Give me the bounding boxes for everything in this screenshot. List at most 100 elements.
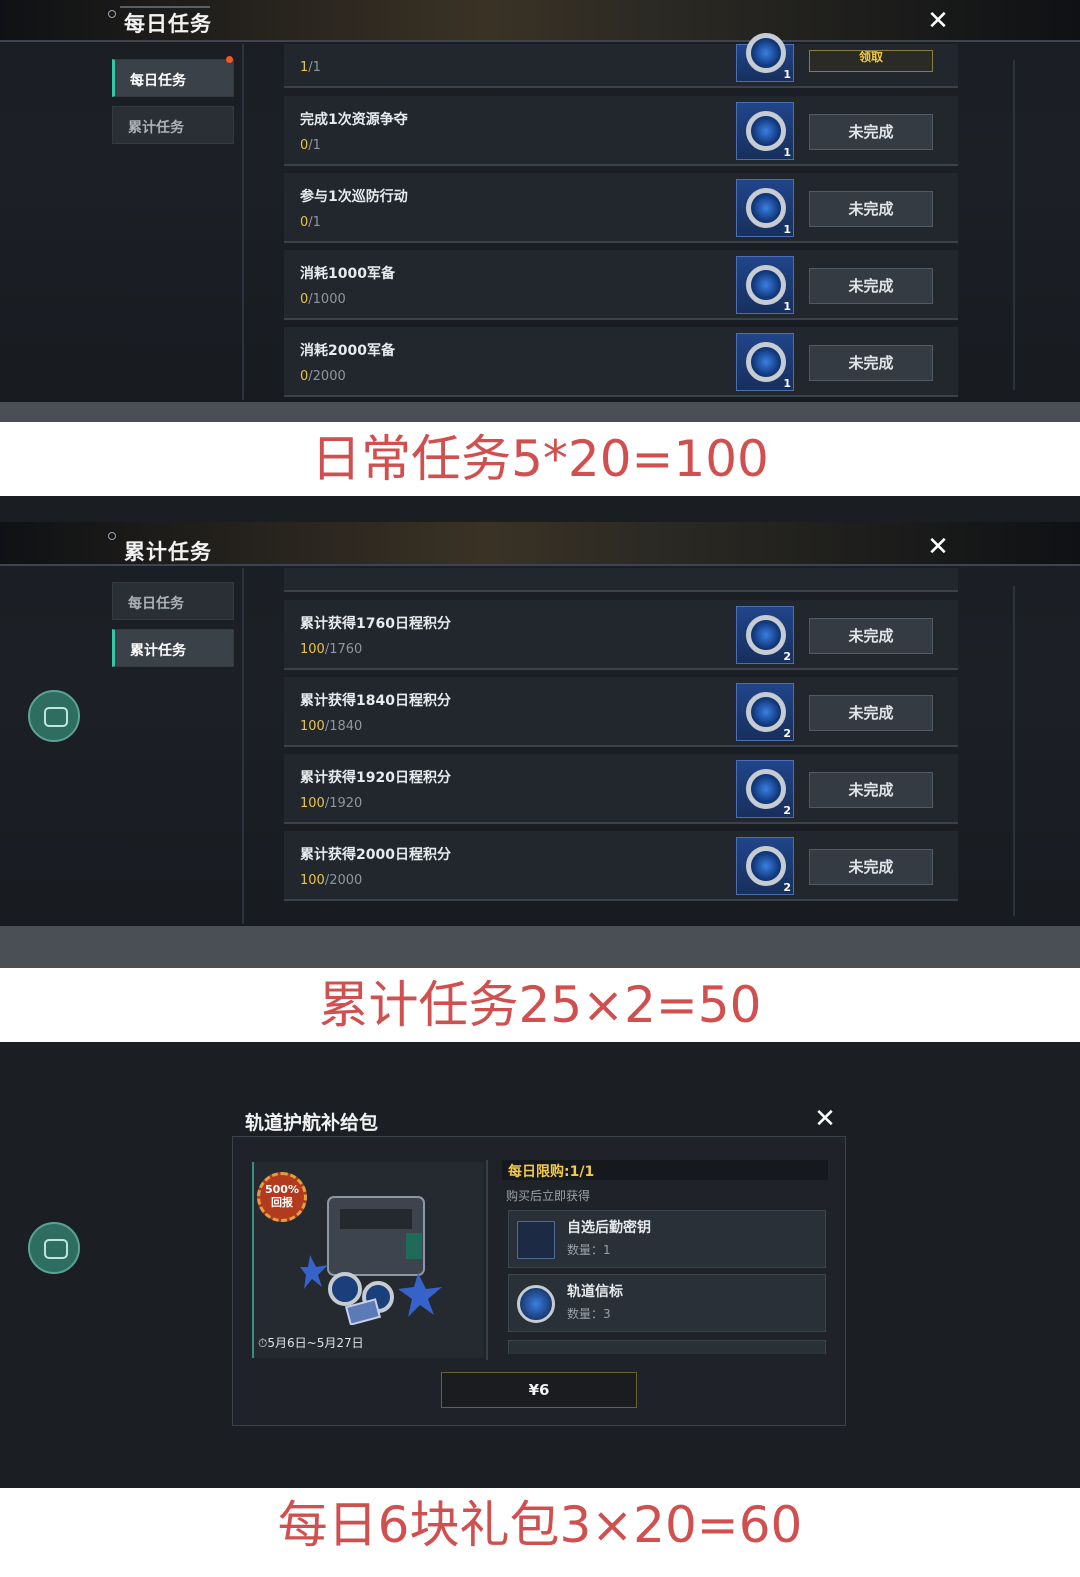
- task-progress: 0/1000: [300, 292, 346, 307]
- task-progress: 1/1: [300, 60, 321, 75]
- orbital-beacon-icon: [746, 342, 786, 382]
- item-count: 数量：1: [567, 1243, 611, 1257]
- panel-title: 每日任务: [124, 12, 212, 36]
- sidebar-divider: [242, 568, 244, 924]
- task-row: 消耗2000军备 0/2000 1 未完成: [284, 327, 958, 397]
- task-title: 累计获得1760日程积分: [300, 616, 451, 632]
- reward-icon[interactable]: 2: [736, 760, 794, 818]
- reward-item[interactable]: 自选后勤密钥 数量：1: [508, 1210, 826, 1268]
- task-progress: 100/1760: [300, 642, 363, 657]
- item-name: 自选后勤密钥: [567, 1220, 651, 1236]
- tab-label: 累计任务: [130, 643, 186, 659]
- status-button[interactable]: 未完成: [809, 268, 933, 304]
- supply-chest-image: [300, 1196, 442, 1325]
- tab-cumulative-tasks[interactable]: 累计任务: [112, 629, 234, 667]
- task-row: 累计获得1840日程积分 100/1840 2 未完成: [284, 677, 958, 747]
- task-row: 1/1 1 领取: [284, 33, 958, 88]
- list-frame: [1013, 586, 1015, 916]
- task-title: 累计获得2000日程积分: [300, 847, 451, 863]
- sale-period: ⏱5月6日~5月27日: [258, 1336, 364, 1350]
- reward-icon[interactable]: 2: [736, 606, 794, 664]
- task-title: 累计获得1840日程积分: [300, 693, 451, 709]
- task-row: 累计获得1920日程积分 100/1920 2 未完成: [284, 754, 958, 824]
- task-progress: 100/1840: [300, 719, 363, 734]
- logistics-key-icon: [517, 1221, 555, 1259]
- task-row: 累计获得1760日程积分 100/1760 2 未完成: [284, 600, 958, 670]
- orbital-beacon-icon: [746, 265, 786, 305]
- close-icon[interactable]: ✕: [814, 1106, 836, 1132]
- reward-item[interactable]: 轨道信标 数量：3: [508, 1274, 826, 1332]
- task-title: 累计获得1920日程积分: [300, 770, 451, 786]
- panel-title: 累计任务: [124, 540, 212, 564]
- status-button[interactable]: 未完成: [809, 191, 933, 227]
- task-title: 消耗1000军备: [300, 266, 395, 282]
- reward-icon[interactable]: 1: [736, 179, 794, 237]
- buy-button[interactable]: ¥6: [441, 1372, 637, 1408]
- orbital-beacon-icon: [746, 615, 786, 655]
- task-row: [284, 568, 958, 592]
- orbital-beacon-icon: [746, 692, 786, 732]
- reward-icon: 1: [736, 33, 794, 82]
- reward-icon[interactable]: 1: [736, 256, 794, 314]
- notification-dot: [226, 56, 233, 63]
- purchase-limit: 每日限购:1/1: [502, 1160, 828, 1180]
- close-icon[interactable]: ✕: [927, 8, 949, 34]
- tab-daily-tasks[interactable]: 每日任务: [112, 582, 234, 620]
- status-button[interactable]: 未完成: [809, 345, 933, 381]
- task-row: 参与1次巡防行动 0/1 1 未完成: [284, 173, 958, 243]
- task-title: 完成1次资源争夺: [300, 112, 408, 128]
- reward-icon[interactable]: 2: [736, 837, 794, 895]
- tab-label: 每日任务: [130, 73, 186, 89]
- task-title: 参与1次巡防行动: [300, 189, 408, 205]
- cumulative-task-panel: 累计任务 ✕ 每日任务 累计任务 累计获得1760日程积分 100/1760 2…: [0, 496, 1080, 968]
- close-icon[interactable]: ✕: [927, 534, 949, 560]
- task-row: 完成1次资源争夺 0/1 1 未完成: [284, 96, 958, 166]
- assistant-button[interactable]: [28, 1222, 80, 1274]
- dialog-title: 轨道护航补给包: [245, 1112, 379, 1134]
- tab-label: 累计任务: [128, 120, 184, 136]
- bottom-strip: [0, 926, 1080, 968]
- item-count: 数量：3: [567, 1307, 611, 1321]
- status-button[interactable]: 未完成: [809, 849, 933, 885]
- item-name: 轨道信标: [567, 1284, 623, 1300]
- clock-icon: ⏱: [258, 1336, 268, 1350]
- status-button[interactable]: 未完成: [809, 695, 933, 731]
- caption-daily: 日常任务5*20=100: [0, 422, 1080, 496]
- status-button[interactable]: 未完成: [809, 618, 933, 654]
- task-progress: 0/2000: [300, 369, 346, 384]
- task-progress: 0/1: [300, 138, 321, 153]
- reward-item-partial: [508, 1340, 826, 1354]
- orbital-beacon-icon: [746, 846, 786, 886]
- orbital-beacon-icon: [746, 33, 786, 73]
- title-deco-icon: [108, 532, 116, 540]
- purchase-note: 购买后立即获得: [506, 1189, 591, 1203]
- orbital-beacon-icon: [517, 1285, 555, 1323]
- caption-cumulative: 累计任务25×2=50: [0, 968, 1080, 1042]
- orbital-beacon-icon: [746, 111, 786, 151]
- task-progress: 100/1920: [300, 796, 363, 811]
- orbital-beacon-icon: [746, 769, 786, 809]
- assistant-button[interactable]: [28, 690, 80, 742]
- claim-button[interactable]: 领取: [809, 50, 933, 72]
- reward-icon[interactable]: 1: [736, 102, 794, 160]
- status-button[interactable]: 未完成: [809, 772, 933, 808]
- task-row: 累计获得2000日程积分 100/2000 2 未完成: [284, 831, 958, 901]
- orbital-beacon-icon: [746, 188, 786, 228]
- reward-icon[interactable]: 1: [736, 333, 794, 391]
- task-progress: 0/1: [300, 215, 321, 230]
- task-title: 消耗2000军备: [300, 343, 395, 359]
- status-button[interactable]: 未完成: [809, 114, 933, 150]
- sidebar-divider: [242, 44, 244, 400]
- tab-label: 每日任务: [128, 596, 184, 612]
- bottom-strip: [0, 402, 1080, 422]
- task-row: 消耗1000军备 0/1000 1 未完成: [284, 250, 958, 320]
- tab-cumulative-tasks[interactable]: 累计任务: [112, 106, 234, 144]
- task-progress: 100/2000: [300, 873, 363, 888]
- shop-divider: [486, 1160, 488, 1360]
- reward-icon[interactable]: 2: [736, 683, 794, 741]
- daily-task-panel: 每日任务 ✕ 每日任务 累计任务 1/1 1 领取 完成1次资源争夺 0/1 1…: [0, 0, 1080, 422]
- list-frame: [1013, 60, 1015, 390]
- caption-pack: 每日6块礼包3×20=60: [0, 1488, 1080, 1577]
- tab-daily-tasks[interactable]: 每日任务: [112, 59, 234, 97]
- title-deco-icon: [108, 10, 116, 18]
